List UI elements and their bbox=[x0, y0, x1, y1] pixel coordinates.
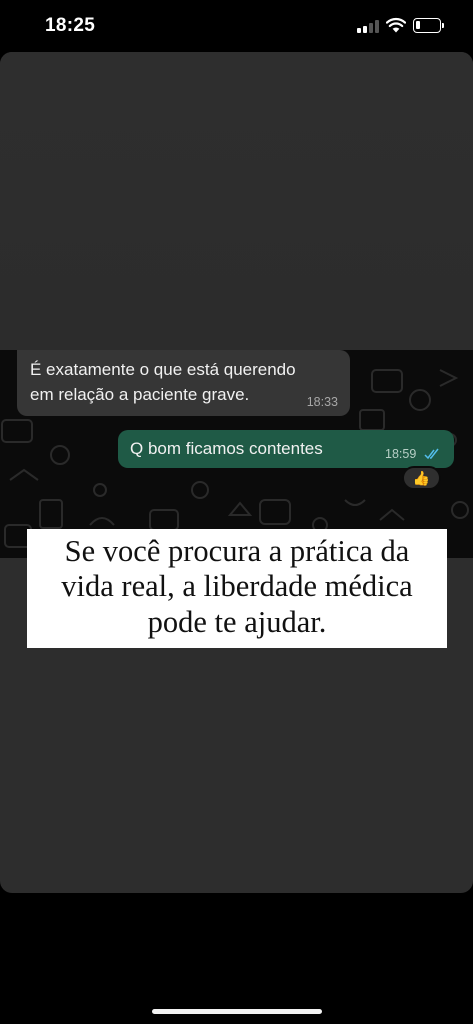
cellular-signal-icon bbox=[357, 20, 379, 33]
incoming-message-bubble[interactable]: É exatamente o que está querendo em rela… bbox=[17, 350, 350, 416]
status-time: 18:25 bbox=[45, 15, 96, 36]
chat-screenshot: É exatamente o que está querendo em rela… bbox=[0, 350, 473, 558]
battery-tip bbox=[442, 23, 444, 28]
story-caption: Se você procura a prática da vida real, … bbox=[27, 529, 447, 648]
message-text-line: É exatamente o que está querendo bbox=[30, 360, 296, 379]
message-text-line: em relação a paciente grave. bbox=[30, 385, 250, 404]
story-blank-area bbox=[0, 52, 473, 352]
wifi-icon bbox=[386, 17, 406, 33]
battery-icon bbox=[413, 18, 441, 33]
home-indicator[interactable] bbox=[152, 1009, 322, 1014]
battery-level bbox=[416, 21, 420, 29]
message-timestamp: 18:59 bbox=[385, 447, 417, 461]
caption-line: pode te ajudar. bbox=[147, 605, 327, 639]
status-bar: 18:25 bbox=[0, 0, 473, 52]
thumbs-up-reaction-icon[interactable]: 👍 bbox=[402, 466, 441, 490]
caption-line: vida real, a liberdade médica bbox=[61, 569, 413, 603]
outgoing-message-bubble[interactable]: Q bom ficamos contentes 18:59 bbox=[118, 430, 454, 468]
story-card[interactable]: É exatamente o que está querendo em rela… bbox=[0, 52, 473, 893]
read-double-check-icon bbox=[424, 448, 439, 460]
message-text: Q bom ficamos contentes bbox=[130, 439, 323, 458]
message-timestamp: 18:33 bbox=[306, 395, 338, 409]
caption-line: Se você procura a prática da bbox=[64, 534, 410, 568]
